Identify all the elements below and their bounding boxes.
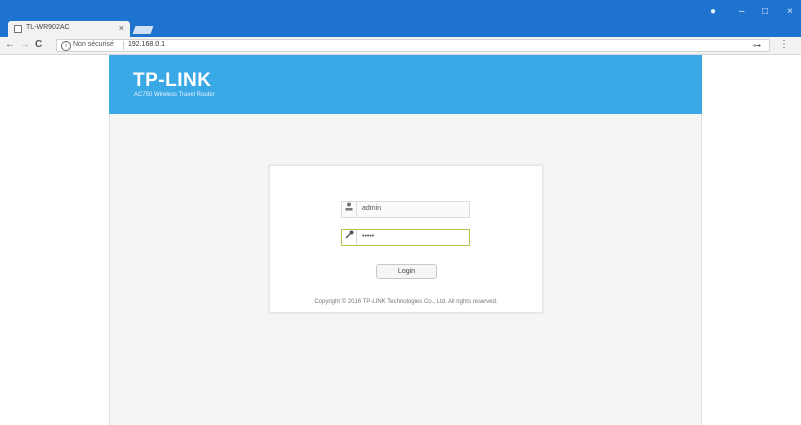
key-icon xyxy=(342,230,357,245)
browser-menu-icon[interactable]: ⋮ xyxy=(779,39,789,50)
copyright-text: Copyright © 2016 TP-LINK Technologies Co… xyxy=(314,299,498,305)
address-bar[interactable]: i Non sécurisé 192.168.0.1 ⊶ xyxy=(56,39,770,52)
browser-tab[interactable]: TL-WR902AC × xyxy=(8,21,130,37)
browser-titlebar: TL-WR902AC × ● – □ × xyxy=(0,0,801,37)
password-value: ••••• xyxy=(362,233,375,240)
minimize-button[interactable]: – xyxy=(739,6,745,17)
omnibox-divider xyxy=(123,41,124,50)
browser-toolbar: ← → C i Non sécurisé 192.168.0.1 ⊶ ⋮ xyxy=(0,37,801,55)
user-icon xyxy=(342,202,357,217)
security-label: Non sécurisé xyxy=(73,41,114,48)
close-tab-icon[interactable]: × xyxy=(119,23,124,33)
maximize-button[interactable]: □ xyxy=(762,6,768,17)
username-field[interactable]: admin xyxy=(341,201,470,218)
key-icon[interactable]: ⊶ xyxy=(753,41,761,50)
tab-title: TL-WR902AC xyxy=(26,24,70,31)
page-icon xyxy=(14,25,22,33)
username-value: admin xyxy=(362,205,382,212)
login-button[interactable]: Login xyxy=(376,264,437,279)
back-button[interactable]: ← xyxy=(5,39,15,50)
url-text[interactable]: 192.168.0.1 xyxy=(128,41,165,48)
key-icon-glyph xyxy=(345,230,353,239)
account-icon[interactable]: ● xyxy=(710,6,716,17)
info-icon[interactable]: i xyxy=(61,41,71,51)
model-subtitle: AC750 Wireless Travel Router xyxy=(134,92,215,98)
brand-header: TP-LINK AC750 Wireless Travel Router xyxy=(109,55,702,114)
login-card: admin ••••• Login Copyright © 2016 TP-LI… xyxy=(269,165,543,313)
close-window-button[interactable]: × xyxy=(787,6,793,17)
reload-button[interactable]: C xyxy=(35,39,42,50)
user-icon-glyph xyxy=(345,202,353,211)
password-field[interactable]: ••••• xyxy=(341,229,470,246)
new-tab-button[interactable] xyxy=(132,26,154,34)
tp-link-logo: TP-LINK xyxy=(133,70,212,91)
forward-button[interactable]: → xyxy=(20,39,30,50)
